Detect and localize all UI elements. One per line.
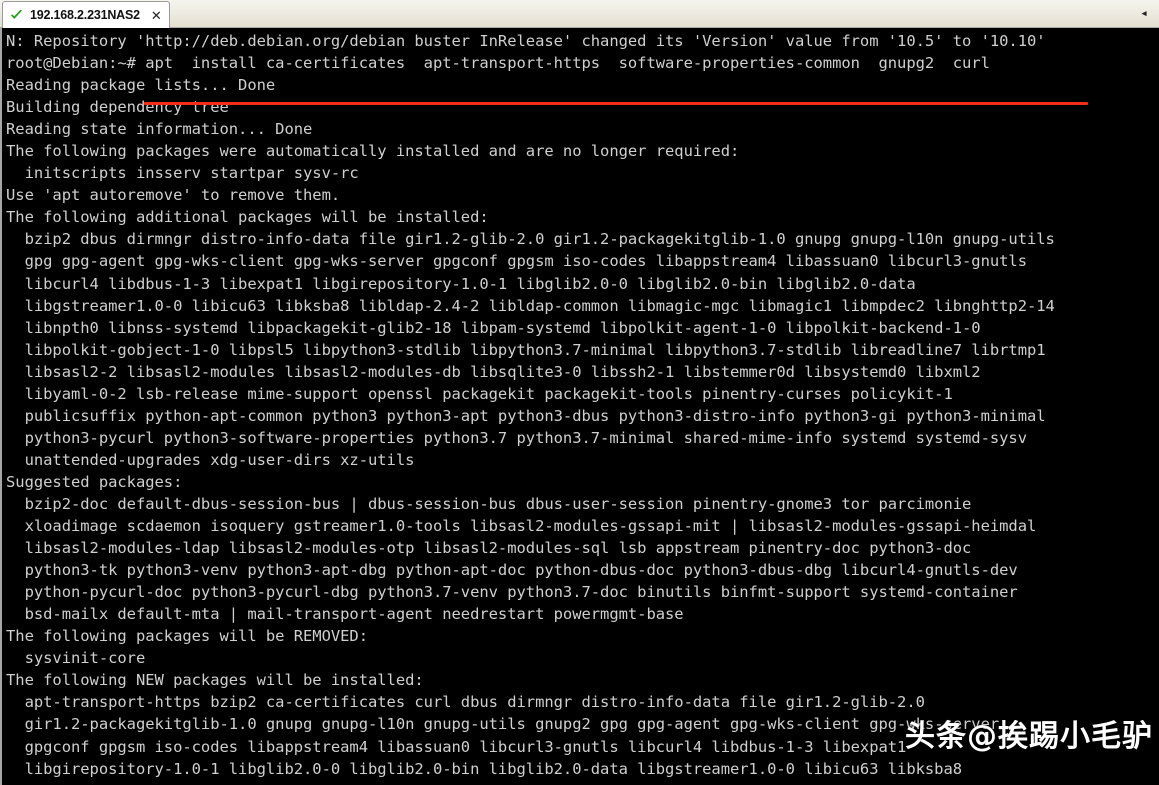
terminal-line: libpolkit-gobject-1-0 libpsl5 libpython3… — [6, 340, 1046, 359]
green-check-icon — [10, 9, 23, 22]
terminal-output[interactable]: N: Repository 'http://deb.debian.org/deb… — [2, 28, 1159, 785]
terminal-line: python3-tk python3-venv python3-apt-dbg … — [6, 561, 1018, 580]
terminal-line: bzip2-doc default-dbus-session-bus | dbu… — [6, 494, 972, 513]
terminal-line: libsasl2-modules-ldap libsasl2-modules-o… — [6, 539, 972, 558]
terminal-line: N: Repository 'http://deb.debian.org/deb… — [6, 32, 1046, 50]
terminal-line: sysvinit-core — [6, 649, 146, 668]
terminal-frame: N: Repository 'http://deb.debian.org/deb… — [0, 28, 1159, 785]
tab-bar: 192.168.2.231NAS2 ✕ ◂ — [0, 0, 1159, 28]
terminal-line: initscripts insserv startpar sysv-rc — [6, 164, 359, 183]
terminal-window: 192.168.2.231NAS2 ✕ ◂ N: Repository 'htt… — [0, 0, 1159, 785]
terminal-line: Use 'apt autoremove' to remove them. — [6, 186, 341, 205]
terminal-line: libcurl4 libdbus-1-3 libexpat1 libgirepo… — [6, 274, 916, 293]
terminal-line: libgstreamer1.0-0 libicu63 libksba8 libl… — [6, 296, 1055, 315]
terminal-line: The following additional packages will b… — [6, 208, 489, 227]
terminal-line: root@Debian:~# apt install ca-certificat… — [6, 54, 990, 73]
terminal-line: Reading package lists... Done — [6, 76, 276, 95]
terminal-line: unattended-upgrades xdg-user-dirs xz-uti… — [6, 450, 415, 469]
close-icon[interactable]: ✕ — [147, 9, 162, 22]
terminal-line: gpgconf gpgsm iso-codes libappstream4 li… — [6, 737, 907, 756]
terminal-line: Building dependency tree — [6, 98, 229, 117]
terminal-line: The following packages will be REMOVED: — [6, 627, 368, 646]
terminal-line: Reading state information... Done — [6, 120, 313, 139]
terminal-line: xloadimage scdaemon isoquery gstreamer1.… — [6, 517, 1037, 536]
terminal-line: libgirepository-1.0-1 libglib2.0-0 libgl… — [6, 759, 963, 778]
tab-session-nas2[interactable]: 192.168.2.231NAS2 ✕ — [2, 1, 170, 28]
terminal-line: python3-pycurl python3-software-properti… — [6, 428, 1027, 447]
terminal-line: bzip2 dbus dirmngr distro-info-data file… — [6, 230, 1055, 249]
terminal-line: The following packages were automaticall… — [6, 142, 740, 161]
terminal-line: Suggested packages: — [6, 472, 183, 491]
terminal-line: gpg gpg-agent gpg-wks-client gpg-wks-ser… — [6, 252, 1027, 271]
terminal-line: apt-transport-https bzip2 ca-certificate… — [6, 693, 925, 712]
tab-label: 192.168.2.231NAS2 — [30, 8, 140, 22]
chevron-left-icon[interactable]: ◂ — [1129, 0, 1159, 27]
terminal-line: bsd-mailx default-mta | mail-transport-a… — [6, 605, 684, 624]
terminal-line: libsasl2-2 libsasl2-modules libsasl2-mod… — [6, 362, 981, 381]
terminal-line: libnpth0 libnss-systemd libpackagekit-gl… — [6, 318, 981, 337]
terminal-line: python-pycurl-doc python3-pycurl-dbg pyt… — [6, 583, 1018, 602]
terminal-line: The following NEW packages will be insta… — [6, 671, 424, 690]
terminal-line: libyaml-0-2 lsb-release mime-support ope… — [6, 384, 953, 403]
terminal-line: gir1.2-packagekitglib-1.0 gnupg gnupg-l1… — [6, 715, 1000, 734]
terminal-line: publicsuffix python-apt-common python3 p… — [6, 406, 1046, 425]
